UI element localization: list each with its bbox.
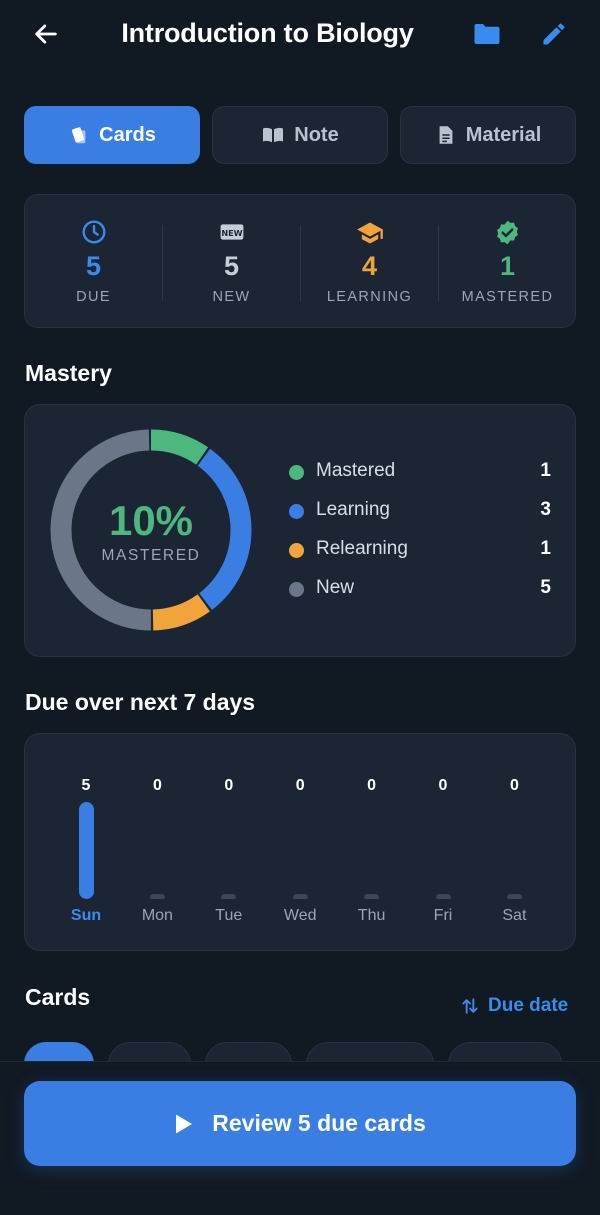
legend-value: 1 <box>540 460 551 481</box>
mastery-percent: 10% <box>108 497 194 544</box>
stat-learning: 4 LEARNING <box>301 195 438 329</box>
tab-material[interactable]: Material <box>400 106 576 164</box>
tab-cards[interactable]: Cards <box>24 106 200 164</box>
stat-value: 1 <box>499 251 516 281</box>
mastery-card: 10% MASTERED Mastered 1 Learning 3 Relea… <box>24 404 576 657</box>
filter-chip[interactable] <box>205 1042 292 1062</box>
bar-day-label: Sat <box>502 907 527 924</box>
legend-item-mastered: Mastered 1 <box>289 458 551 488</box>
filter-chips <box>24 1042 576 1062</box>
legend-item-learning: Learning 3 <box>289 497 551 527</box>
new-badge-icon: NEW <box>220 224 243 240</box>
book-open-icon <box>263 127 284 143</box>
legend-value: 5 <box>540 577 551 598</box>
legend-label: Mastered <box>316 460 396 481</box>
play-icon <box>176 1114 193 1133</box>
svg-text:NEW: NEW <box>221 228 242 238</box>
sort-arrows-icon <box>462 998 478 1014</box>
due-bar-wed <box>292 894 308 899</box>
bar-day-label: Thu <box>357 907 386 924</box>
due-bar-sat <box>506 894 522 899</box>
bar-count-label: 0 <box>438 777 448 794</box>
due-bar-mon <box>149 894 165 899</box>
bar-day-label: Tue <box>215 907 243 924</box>
view-tabs: Cards Note Material <box>24 106 576 164</box>
bar-day-label: Wed <box>283 907 317 924</box>
stat-due: 5 DUE <box>25 195 162 329</box>
legend-dot <box>289 543 304 558</box>
stats-summary: 5 DUE NEW 5 NEW 4 LEARNING 1 MASTERED <box>24 194 576 328</box>
document-icon <box>439 126 453 144</box>
stat-mastered: 1 MASTERED <box>439 195 576 329</box>
due-bar-tue <box>221 894 237 899</box>
page-title: Introduction to Biology <box>121 18 414 48</box>
legend-value: 3 <box>540 499 551 520</box>
clock-icon <box>82 220 105 244</box>
bar-count-label: 0 <box>367 777 377 794</box>
legend-dot <box>289 582 304 597</box>
bar-day-label: Mon <box>141 907 173 924</box>
sort-label: Due date <box>488 995 569 1016</box>
bar-count-label: 0 <box>509 777 519 794</box>
due-bar-sun <box>78 802 94 899</box>
bar-day-label: Fri <box>433 907 453 924</box>
stat-new: NEW 5 NEW <box>163 195 300 329</box>
bar-count-label: 5 <box>81 777 91 794</box>
due-chart-heading: Due over next 7 days <box>25 689 256 715</box>
top-bar: Introduction to Biology <box>0 0 600 70</box>
legend-item-new: New 5 <box>289 575 551 605</box>
arrow-left-icon <box>35 24 57 44</box>
filter-chip[interactable] <box>448 1042 562 1062</box>
mastery-percent-label: MASTERED <box>101 547 201 564</box>
tab-label: Cards <box>99 123 156 146</box>
stat-label: MASTERED <box>461 289 554 305</box>
pencil-icon <box>543 23 565 45</box>
sort-button[interactable]: Due date <box>460 992 568 1020</box>
legend-label: Learning <box>316 499 390 520</box>
legend-dot <box>289 504 304 519</box>
tab-label: Material <box>465 123 542 146</box>
legend-value: 1 <box>540 538 551 559</box>
review-due-cards-button[interactable]: Review 5 due cards <box>24 1081 576 1166</box>
stat-label: NEW <box>212 289 251 305</box>
stat-label: LEARNING <box>326 289 413 305</box>
bar-day-label: Sun <box>70 907 102 924</box>
stat-value: 5 <box>85 251 102 281</box>
due-bar-thu <box>364 894 380 899</box>
back-button[interactable] <box>28 16 64 52</box>
verified-badge-icon <box>497 220 518 245</box>
legend-dot <box>289 465 304 480</box>
bar-count-label: 0 <box>152 777 162 794</box>
folder-button[interactable] <box>469 16 505 52</box>
due-bar-fri <box>435 894 451 899</box>
due-chart-card: 5 Sun 0 Mon 0 Tue 0 Wed 0 Thu 0 Fri 0 Sat <box>24 733 576 951</box>
edit-button[interactable] <box>536 16 572 52</box>
filter-chip[interactable] <box>108 1042 191 1062</box>
filter-chip[interactable] <box>24 1042 94 1062</box>
due-bar-chart: 5 Sun 0 Mon 0 Tue 0 Wed 0 Thu 0 Fri 0 Sat <box>25 734 577 952</box>
mastery-heading: Mastery <box>25 360 112 386</box>
tab-note[interactable]: Note <box>212 106 388 164</box>
bar-count-label: 0 <box>295 777 305 794</box>
cards-icon <box>72 127 86 144</box>
graduation-cap-icon <box>356 222 383 244</box>
legend-item-relearning: Relearning 1 <box>289 536 551 566</box>
review-button-label: Review 5 due cards <box>212 1110 426 1136</box>
cards-heading: Cards <box>25 984 91 1010</box>
stat-value: 5 <box>223 251 240 281</box>
filter-chip[interactable] <box>306 1042 434 1062</box>
stat-label: DUE <box>76 289 111 305</box>
stat-value: 4 <box>361 251 378 281</box>
legend-label: Relearning <box>316 538 408 559</box>
legend-label: New <box>316 577 355 598</box>
tab-label: Note <box>294 123 339 146</box>
folder-icon <box>474 24 500 44</box>
bar-count-label: 0 <box>224 777 234 794</box>
